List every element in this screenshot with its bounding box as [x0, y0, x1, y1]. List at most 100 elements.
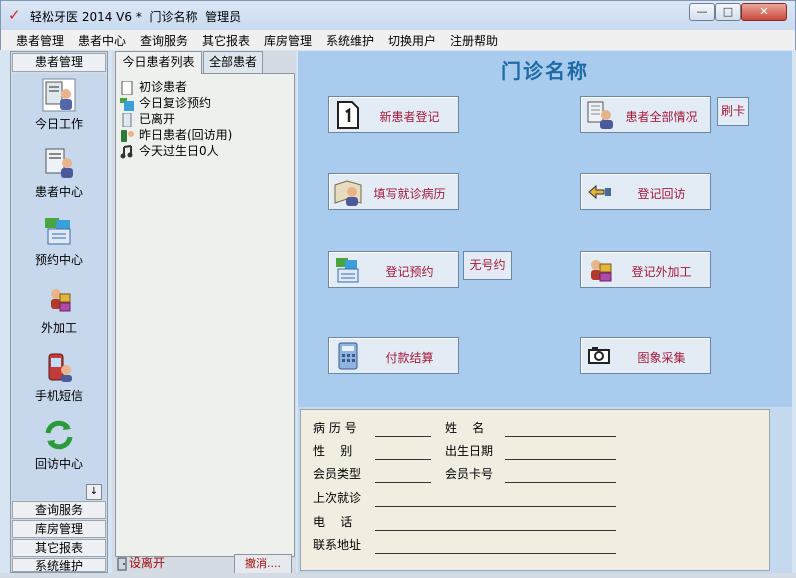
appointment-icon	[42, 214, 76, 248]
nav-item-sms[interactable]: 手机短信	[12, 350, 106, 412]
label-record-no: 病 历 号	[313, 421, 357, 435]
field-name	[505, 436, 616, 437]
label-member-type: 会员类型	[313, 467, 362, 481]
followup-arrow-icon	[585, 177, 615, 207]
menu-bar: 患者管理 患者中心 查询服务 其它报表 库房管理 系统维护 切换用户 注册帮助	[0, 30, 796, 50]
register-outsourcing-button[interactable]: 登记外加工	[580, 251, 711, 288]
document-icon	[119, 80, 135, 95]
nav-label-patient-center: 患者中心	[34, 185, 83, 199]
music-note-icon	[119, 144, 135, 159]
patient-info-form: 病 历 号 姓 名 性 别 出生日期 会员类型 会员卡号 上次就诊 电 话 联系…	[300, 409, 770, 571]
nav-section-other-reports[interactable]: 其它报表	[12, 539, 106, 557]
followup-icon	[42, 418, 76, 452]
nav-section-system-maintenance[interactable]: 系统维护	[12, 558, 106, 572]
nav-label-outsourcing: 外加工	[40, 321, 77, 335]
set-left-button[interactable]: 设离开	[115, 554, 165, 571]
tree-item-left[interactable]: 已离开	[119, 110, 176, 127]
set-left-label: 设离开	[129, 556, 166, 570]
field-address	[375, 553, 616, 554]
swipe-card-button[interactable]: 刷卡	[717, 97, 749, 126]
today-work-icon	[42, 78, 76, 112]
patient-center-icon	[42, 146, 76, 180]
tree-item-return-visit[interactable]: 今日复诊预约	[119, 94, 212, 111]
field-last-visit	[375, 506, 616, 507]
all-patient-info-button[interactable]: 患者全部情况	[580, 96, 711, 133]
field-birth-date	[505, 459, 616, 460]
patient-tree: 初诊患者 今日复诊预约 已离开 昨日患者(回访用) 今天过生日0人	[115, 73, 295, 557]
undo-button[interactable]: 撤消....	[234, 554, 292, 574]
register-followup-label: 登记回访	[637, 187, 686, 201]
register-followup-button[interactable]: 登记回访	[580, 173, 711, 210]
image-capture-button[interactable]: 图象采集	[580, 337, 711, 374]
no-number-appointment-button[interactable]: 无号约	[463, 251, 512, 280]
menu-query-service[interactable]: 查询服务	[140, 32, 188, 49]
close-button[interactable]: ✕	[741, 3, 787, 21]
tab-all-patients[interactable]: 全部患者	[203, 51, 263, 73]
maximize-button[interactable]: □	[715, 3, 741, 21]
nav-item-today-work[interactable]: 今日工作	[12, 78, 106, 140]
nav-item-followup-center[interactable]: 回访中心	[12, 418, 106, 480]
clinic-name-title: 门诊名称	[501, 59, 589, 83]
field-gender	[375, 459, 431, 460]
left-nav-pane: 今日工作 患者中心 预约中心 外加工 手机短信 回访中心 ↓	[12, 74, 106, 500]
tree-label: 今天过生日0人	[139, 144, 219, 158]
tree-label: 初诊患者	[139, 80, 188, 94]
label-phone: 电 话	[313, 515, 353, 529]
left-nav-header[interactable]: 患者管理	[12, 53, 106, 72]
window-title: 轻松牙医 2014 V6 * 门诊名称 管理员	[30, 10, 242, 24]
menu-patient-management[interactable]: 患者管理	[16, 32, 64, 49]
fill-medical-record-button[interactable]: 填写就诊病历	[328, 173, 459, 210]
menu-other-reports[interactable]: 其它报表	[202, 32, 250, 49]
tree-item-yesterday[interactable]: 昨日患者(回访用)	[119, 126, 232, 142]
patient-list-panel: 今日患者列表 全部患者 初诊患者 今日复诊预约 已离开 昨日患者(回访用) 今天…	[112, 51, 296, 574]
title-bar: ✓ 轻松牙医 2014 V6 * 门诊名称 管理员 — □ ✕	[0, 0, 796, 30]
tab-today-patients[interactable]: 今日患者列表	[115, 51, 202, 74]
payment-settlement-label: 付款结算	[385, 351, 434, 365]
label-birth-date: 出生日期	[445, 444, 494, 458]
nav-item-outsourcing[interactable]: 外加工	[12, 282, 106, 344]
patient-file-icon	[585, 100, 615, 130]
window-bottom-edge	[0, 573, 796, 578]
nav-item-appointment-center[interactable]: 预约中心	[12, 214, 106, 276]
payment-settlement-button[interactable]: 付款结算	[328, 337, 459, 374]
field-phone	[375, 530, 616, 531]
fill-medical-record-label: 填写就诊病历	[373, 187, 446, 201]
field-record-no	[375, 436, 431, 437]
register-outsourcing-label: 登记外加工	[631, 265, 692, 279]
minimize-button[interactable]: —	[689, 3, 715, 21]
label-address: 联系地址	[313, 538, 362, 552]
register-appointment-button[interactable]: 登记预约	[328, 251, 459, 288]
clipboard-icon	[119, 112, 135, 127]
tree-label: 今日复诊预约	[139, 96, 212, 110]
menu-register-help[interactable]: 注册帮助	[450, 32, 498, 49]
new-document-icon	[333, 100, 363, 130]
new-patient-button[interactable]: 新患者登记	[328, 96, 459, 133]
tree-label: 已离开	[139, 112, 176, 126]
medical-record-icon	[333, 177, 363, 207]
label-last-visit: 上次就诊	[313, 491, 362, 505]
menu-system-maintenance[interactable]: 系统维护	[326, 32, 374, 49]
menu-inventory[interactable]: 库房管理	[264, 32, 312, 49]
nav-item-patient-center[interactable]: 患者中心	[12, 146, 106, 208]
register-appointment-label: 登记预约	[385, 265, 434, 279]
app-logo-icon: ✓	[8, 6, 21, 24]
menu-patient-center[interactable]: 患者中心	[78, 32, 126, 49]
new-patient-label: 新患者登记	[379, 110, 440, 124]
nav-scroll-down-button[interactable]: ↓	[86, 484, 102, 500]
nav-section-query-service[interactable]: 查询服务	[12, 501, 106, 519]
tree-label: 昨日患者(回访用)	[139, 128, 233, 142]
tree-item-first-visit[interactable]: 初诊患者	[119, 78, 188, 95]
outsourcing-box-icon	[585, 255, 615, 285]
nav-label-appointment-center: 预约中心	[34, 253, 83, 267]
tree-item-birthday[interactable]: 今天过生日0人	[119, 142, 219, 158]
label-name: 姓 名	[445, 421, 485, 435]
left-nav-bar: 患者管理 今日工作 患者中心 预约中心 外加工 手机短信 回访中心 ↓ 查询服务…	[10, 51, 108, 573]
patient-info-panel: 病 历 号 姓 名 性 别 出生日期 会员类型 会员卡号 上次就诊 电 话 联系…	[298, 407, 792, 573]
phone-person-icon	[119, 129, 135, 143]
label-member-card: 会员卡号	[445, 467, 494, 481]
menu-switch-user[interactable]: 切换用户	[388, 32, 436, 49]
all-patient-info-label: 患者全部情况	[625, 110, 698, 124]
nav-section-inventory[interactable]: 库房管理	[12, 520, 106, 538]
calculator-icon	[333, 341, 363, 371]
door-icon	[115, 557, 129, 571]
